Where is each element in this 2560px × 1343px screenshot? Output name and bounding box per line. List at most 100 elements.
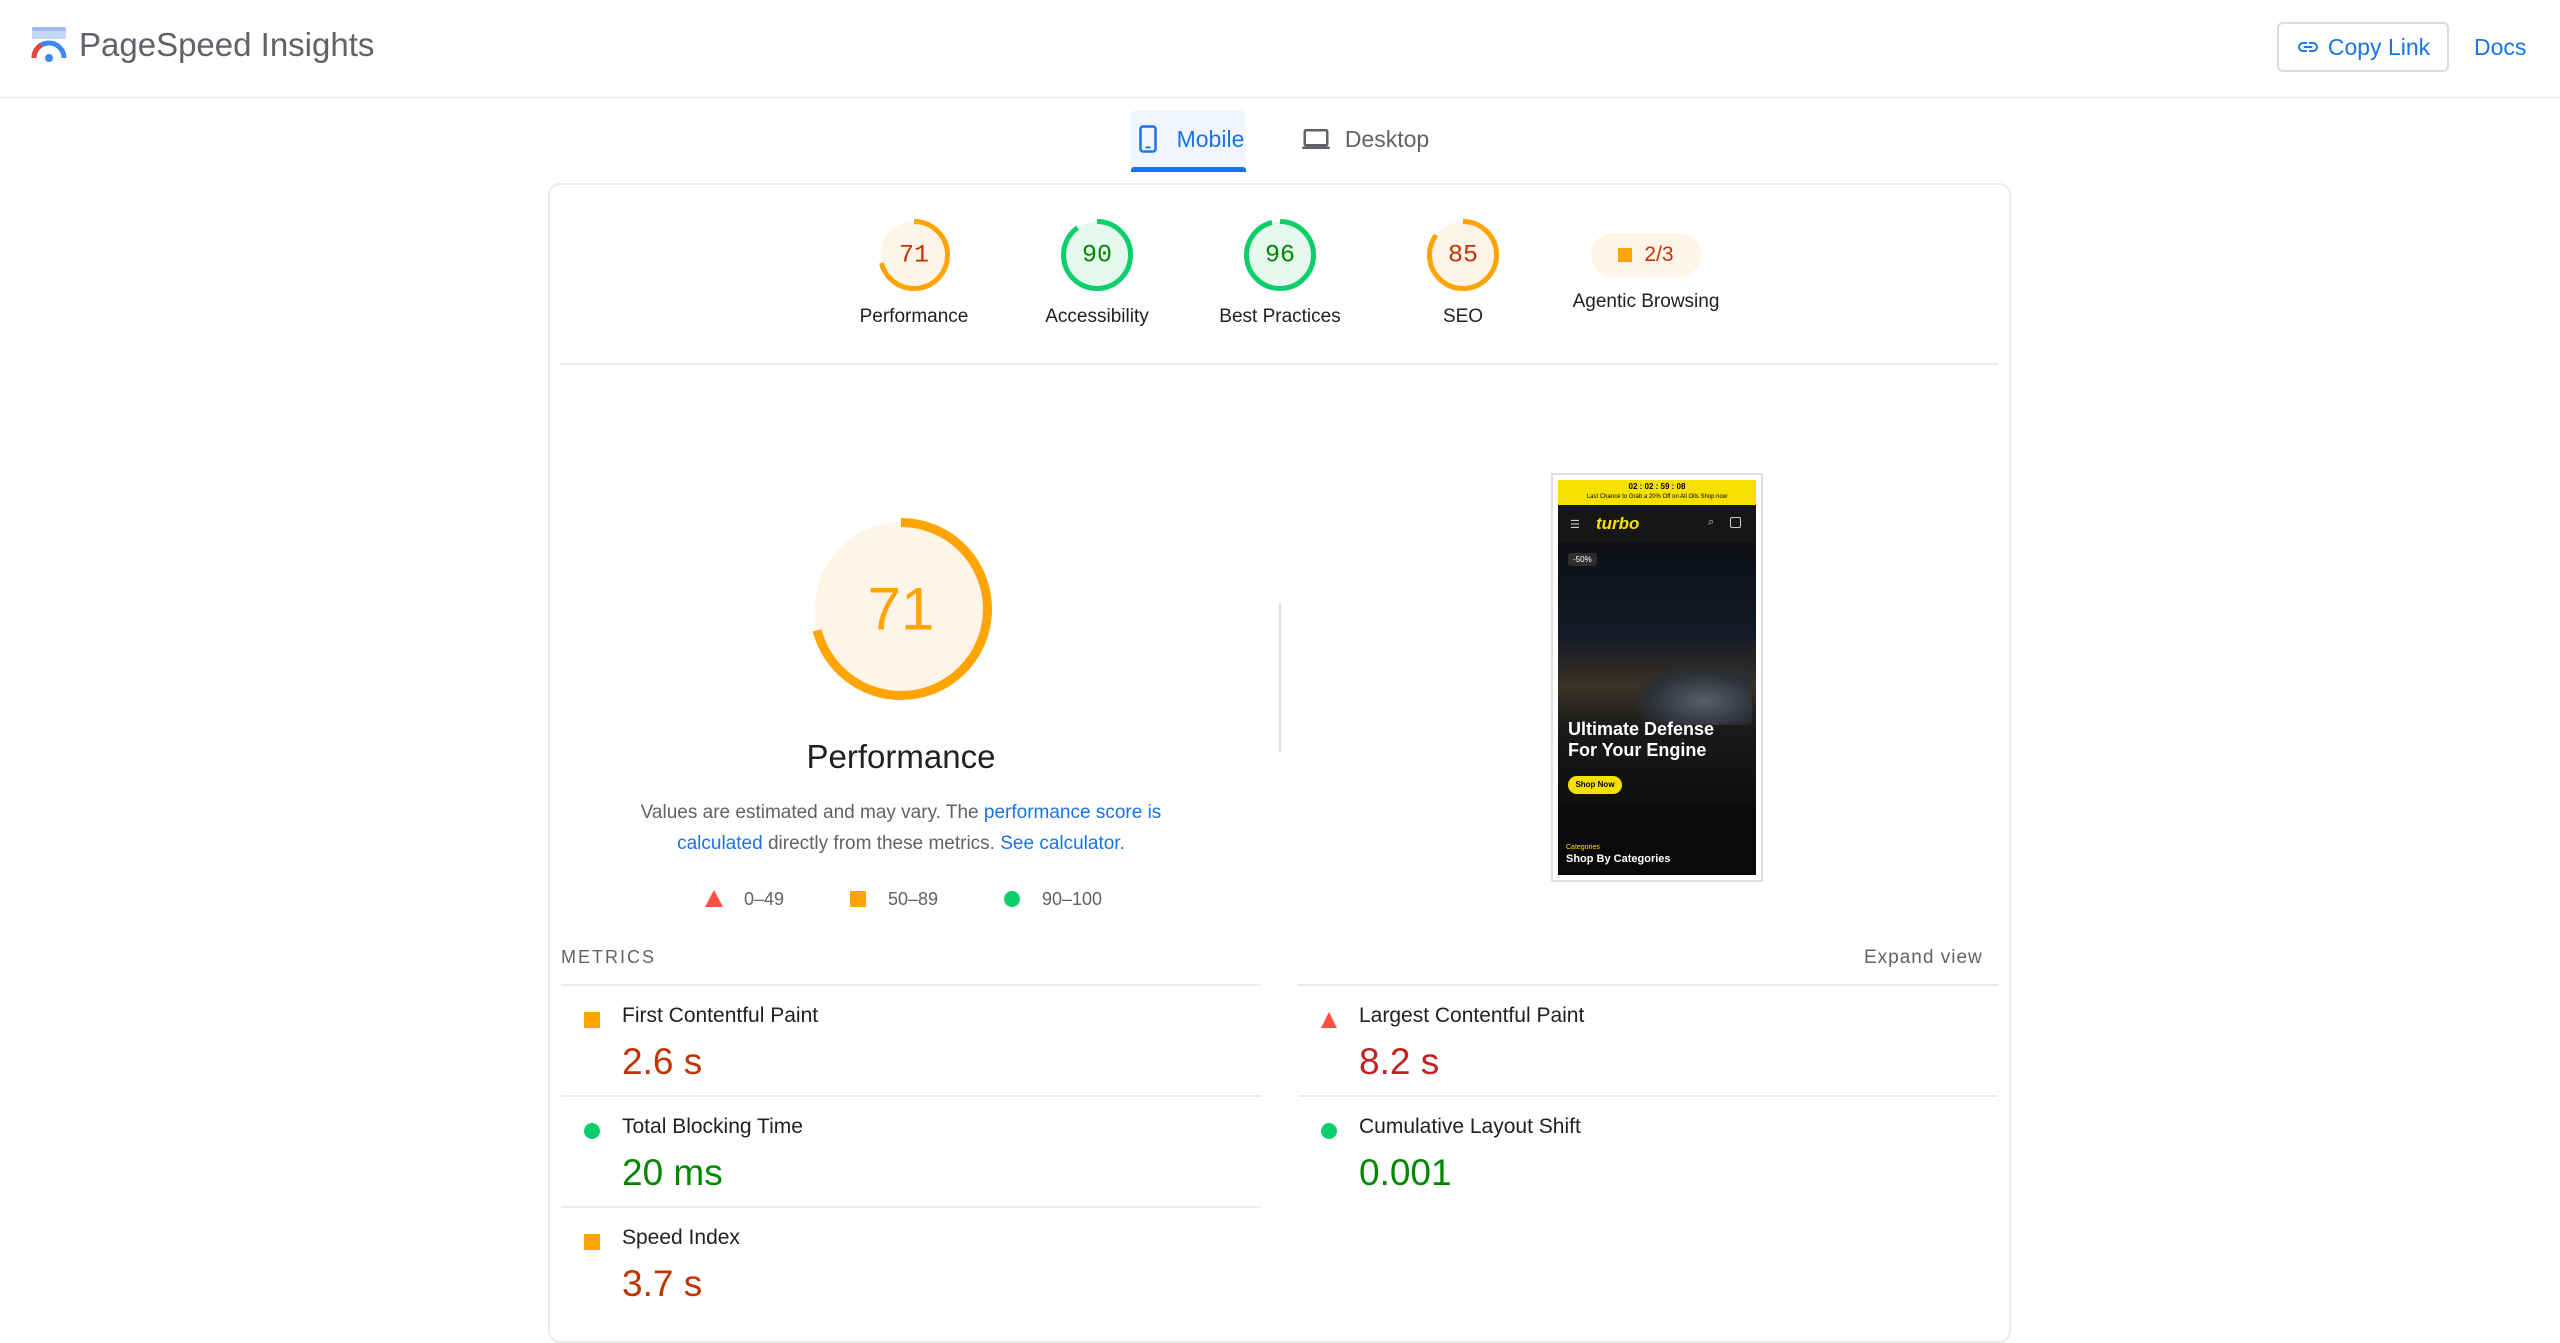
circle-icon	[1321, 1123, 1337, 1139]
score-text: 96	[1265, 241, 1295, 270]
score-text: 71	[899, 241, 929, 270]
triangle-icon	[705, 890, 723, 907]
metric-total-blocking-time: Total Blocking Time 20 ms	[583, 1112, 1183, 1212]
performance-title: Performance	[806, 738, 996, 775]
metric-value: 3.7 s	[622, 1263, 703, 1304]
triangle-icon	[1321, 1012, 1337, 1028]
search-icon: ⌕	[1708, 516, 1715, 528]
promo-text: Last Chance to Grab a 20% Off on All Oil…	[1586, 494, 1728, 500]
rating-shape	[1321, 1012, 1337, 1028]
menu-icon: ☰	[1570, 519, 1580, 531]
score-ring: 85	[1427, 219, 1499, 291]
metric-first-contentful-paint: First Contentful Paint 2.6 s	[583, 1001, 1183, 1101]
expand-view-button[interactable]: Expand view	[1864, 947, 1983, 969]
agentic-score: 2/3	[1644, 243, 1674, 266]
circle-icon	[584, 1123, 600, 1139]
performance-score-gauge: 71	[810, 518, 992, 700]
desc-text: directly from these metrics.	[767, 833, 995, 854]
gauge-best-practices[interactable]: 96 Best Practices	[1190, 218, 1370, 328]
site-logo: turbo	[1596, 514, 1640, 533]
final-screenshot[interactable]: 02 : 02 : 59 : 08 Last Chance to Grab a …	[1558, 480, 1756, 875]
divider	[1298, 984, 1998, 986]
rating-shape	[1321, 1123, 1337, 1139]
score-text: 90	[1082, 241, 1112, 270]
score-ring: 71	[878, 219, 950, 291]
tab-mobile-label: Mobile	[1176, 125, 1245, 152]
brand[interactable]: PageSpeed Insights	[29, 24, 374, 66]
tab-desktop-label: Desktop	[1344, 125, 1430, 152]
metric-value: 2.6 s	[622, 1041, 703, 1082]
shop-now-button: Shop Now	[1568, 776, 1622, 794]
vertical-divider	[1279, 604, 1281, 752]
device-tabs: Mobile Desktop	[0, 110, 2560, 172]
categories-section: Categories Shop By Categories	[1558, 806, 1756, 875]
rating-shape	[584, 1234, 600, 1250]
performance-description: Values are estimated and may vary. The p…	[620, 797, 1182, 859]
hero-title: Ultimate Defense For Your Engine	[1568, 719, 1715, 760]
legend-range: 90–100	[1042, 888, 1103, 909]
square-icon	[850, 891, 866, 907]
circle-icon	[1004, 891, 1020, 907]
hero-banner: -50% Ultimate Defense For Your Engine Sh…	[1558, 543, 1756, 806]
tab-selected-indicator	[1131, 167, 1246, 172]
copy-link-label: Copy Link	[2327, 33, 2431, 60]
divider	[560, 363, 1998, 365]
score-text: 85	[1448, 241, 1478, 270]
gauge-label: Performance	[859, 306, 969, 327]
rating-shape	[584, 1012, 600, 1028]
site-nav: ☰ turbo ⌕	[1558, 505, 1756, 543]
metric-cumulative-layout-shift: Cumulative Layout Shift 0.001	[1320, 1112, 1920, 1212]
metric-label: Total Blocking Time	[622, 1115, 803, 1138]
bag-icon	[1730, 517, 1741, 528]
categories-title: Shop By Categories	[1566, 853, 1671, 865]
see-calculator-link[interactable]: See calculator.	[1000, 833, 1125, 854]
square-icon	[584, 1234, 600, 1250]
top-bar: PageSpeed Insights Copy Link Docs	[0, 0, 2560, 98]
promo-bar: 02 : 02 : 59 : 08 Last Chance to Grab a …	[1558, 480, 1756, 505]
copy-link-button[interactable]: Copy Link	[2277, 22, 2449, 72]
square-icon	[1618, 248, 1633, 262]
gauge-label: Best Practices	[1219, 306, 1341, 327]
metric-value: 20 ms	[622, 1152, 723, 1193]
gauge-label: Accessibility	[1045, 306, 1149, 327]
legend-range: 50–89	[888, 888, 939, 909]
square-icon	[584, 1012, 600, 1028]
legend-fail: 0–49	[704, 887, 784, 911]
gauge-agentic-browsing[interactable]: 2/3 Agentic Browsing	[1556, 218, 1736, 313]
metric-label: First Contentful Paint	[622, 1004, 819, 1027]
promo-timer: 02 : 02 : 59 : 08	[1628, 482, 1686, 491]
pagespeed-logo-icon	[31, 27, 67, 62]
metric-largest-contentful-paint: Largest Contentful Paint 8.2 s	[1320, 1001, 1920, 1101]
legend-average: 50–89	[848, 887, 938, 911]
car-image	[1632, 665, 1752, 725]
laptop-icon	[1302, 129, 1330, 149]
metric-label: Speed Index	[622, 1226, 740, 1249]
link-icon	[2297, 42, 2318, 52]
legend-range: 0–49	[744, 888, 785, 909]
categories-eyebrow: Categories	[1566, 844, 1600, 851]
docs-link[interactable]: Docs	[2474, 22, 2526, 72]
score-text: 71	[868, 576, 935, 643]
gauge-label: SEO	[1442, 306, 1484, 327]
gauge-performance[interactable]: 71 Performance	[824, 218, 1004, 328]
discount-badge: -50%	[1568, 553, 1597, 566]
gauge-seo[interactable]: 85 SEO	[1373, 218, 1553, 328]
score-ring: 96	[1244, 219, 1316, 291]
smartphone-icon	[1138, 125, 1157, 153]
metric-speed-index: Speed Index 3.7 s	[583, 1223, 1183, 1323]
score-ring: 90	[1061, 219, 1133, 291]
metrics-heading: METRICS	[561, 947, 656, 967]
divider	[561, 984, 1261, 986]
metric-label: Cumulative Layout Shift	[1359, 1115, 1581, 1138]
gauge-label: Agentic Browsing	[1572, 291, 1720, 312]
gauge-accessibility[interactable]: 90 Accessibility	[1007, 218, 1187, 328]
app-title: PageSpeed Insights	[79, 26, 375, 63]
tab-desktop[interactable]: Desktop	[1296, 110, 1434, 168]
rating-shape	[584, 1123, 600, 1139]
metric-value: 8.2 s	[1359, 1041, 1440, 1082]
metric-value: 0.001	[1359, 1152, 1452, 1193]
agentic-score-badge: 2/3	[1591, 233, 1701, 277]
legend-pass: 90–100	[1002, 887, 1102, 911]
metric-label: Largest Contentful Paint	[1359, 1004, 1585, 1027]
tab-mobile[interactable]: Mobile	[1131, 110, 1246, 168]
